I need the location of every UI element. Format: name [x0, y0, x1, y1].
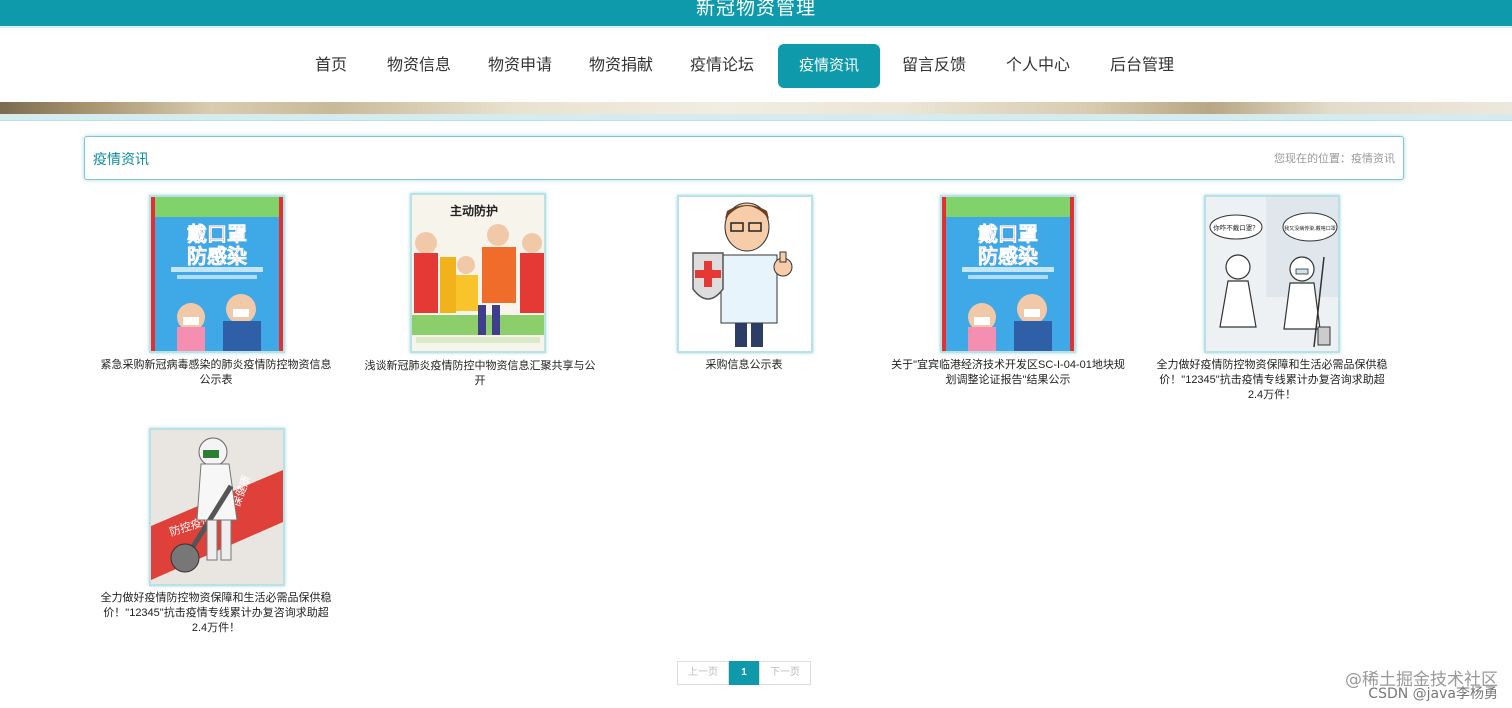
nav-news-active[interactable]: 疫情资讯: [778, 44, 880, 88]
doctor-illustration-image: [679, 197, 811, 351]
section-title: 疫情资讯: [93, 151, 149, 167]
page-1-button[interactable]: 1: [729, 661, 759, 685]
news-thumbnail[interactable]: 戴口罩 防感染: [940, 195, 1076, 353]
breadcrumb: 您现在的位置：疫情资讯: [1274, 153, 1395, 165]
csdn-watermark: CSDN @java李杨勇: [1368, 686, 1498, 702]
nav-supplies-donate[interactable]: 物资捐献: [583, 44, 659, 88]
nav-feedback[interactable]: 留言反馈: [896, 44, 972, 88]
news-title[interactable]: 浅谈新冠肺炎疫情防控中物资信息汇聚共享与公开: [360, 359, 600, 389]
prev-page-button[interactable]: 上一页: [677, 661, 729, 685]
poster-text: 你咋不戴口罩？: [1213, 223, 1259, 232]
news-title[interactable]: 紧急采购新冠病毒感染的肺炎疫情防控物资信息公示表: [96, 358, 336, 388]
section-header: 疫情资讯 您现在的位置：疫情资讯: [84, 136, 1404, 180]
poster-text: 防感染: [978, 244, 1039, 268]
poster-text: 我又没病传染,戴啥口罩: [1284, 225, 1336, 232]
nav-forum[interactable]: 疫情论坛: [684, 44, 760, 88]
mask-poster-image: 戴口罩 防感染: [942, 197, 1074, 351]
nav-supplies-info[interactable]: 物资信息: [381, 44, 457, 88]
news-thumbnail[interactable]: [677, 195, 813, 353]
news-thumbnail[interactable]: 防控疫情 保健康: [149, 428, 285, 586]
nav-personal-center[interactable]: 个人中心: [1000, 44, 1076, 88]
news-title[interactable]: 关于"宜宾临港经济技术开发区SC-I-04-01地块规划调整论证报告"结果公示: [888, 358, 1128, 388]
news-thumbnail[interactable]: 戴口罩 防感染: [149, 195, 285, 353]
epidemic-worker-image: 防控疫情 保健康: [151, 430, 283, 584]
mask-poster-image: 戴口罩 防感染: [151, 197, 283, 351]
protection-poster-image: 主动防护: [412, 195, 544, 351]
poster-text: 主动防护: [450, 203, 498, 218]
next-page-button[interactable]: 下一页: [759, 661, 811, 685]
dialogue-comic-image: 你咋不戴口罩？ 我又没病传染,戴啥口罩: [1206, 197, 1338, 351]
news-title[interactable]: 全力做好疫情防控物资保障和生活必需品保供稳价！"12345"抗击疫情专线累计办复…: [1152, 358, 1392, 403]
poster-text: 防感染: [187, 244, 248, 268]
poster-text: 戴口罩: [187, 222, 247, 246]
site-title: 新冠物资管理: [695, 0, 816, 19]
news-thumbnail[interactable]: 主动防护: [410, 193, 546, 353]
nav-home[interactable]: 首页: [306, 44, 356, 88]
pagination: 上一页 1 下一页: [677, 661, 811, 685]
banner-divider: [0, 114, 1512, 121]
news-thumbnail[interactable]: 你咋不戴口罩？ 我又没病传染,戴啥口罩: [1204, 195, 1340, 353]
banner-image: [0, 102, 1512, 114]
news-title[interactable]: 采购信息公示表: [624, 358, 864, 373]
poster-text: 戴口罩: [978, 222, 1038, 246]
news-title[interactable]: 全力做好疫情防控物资保障和生活必需品保供稳价！"12345"抗击疫情专线累计办复…: [96, 591, 336, 636]
nav-admin[interactable]: 后台管理: [1104, 44, 1180, 88]
main-nav: 首页 物资信息 物资申请 物资捐献 疫情论坛 疫情资讯 留言反馈 个人中心 后台…: [0, 26, 1512, 104]
nav-supplies-apply[interactable]: 物资申请: [482, 44, 558, 88]
top-title-bar: 新冠物资管理: [0, 0, 1512, 26]
